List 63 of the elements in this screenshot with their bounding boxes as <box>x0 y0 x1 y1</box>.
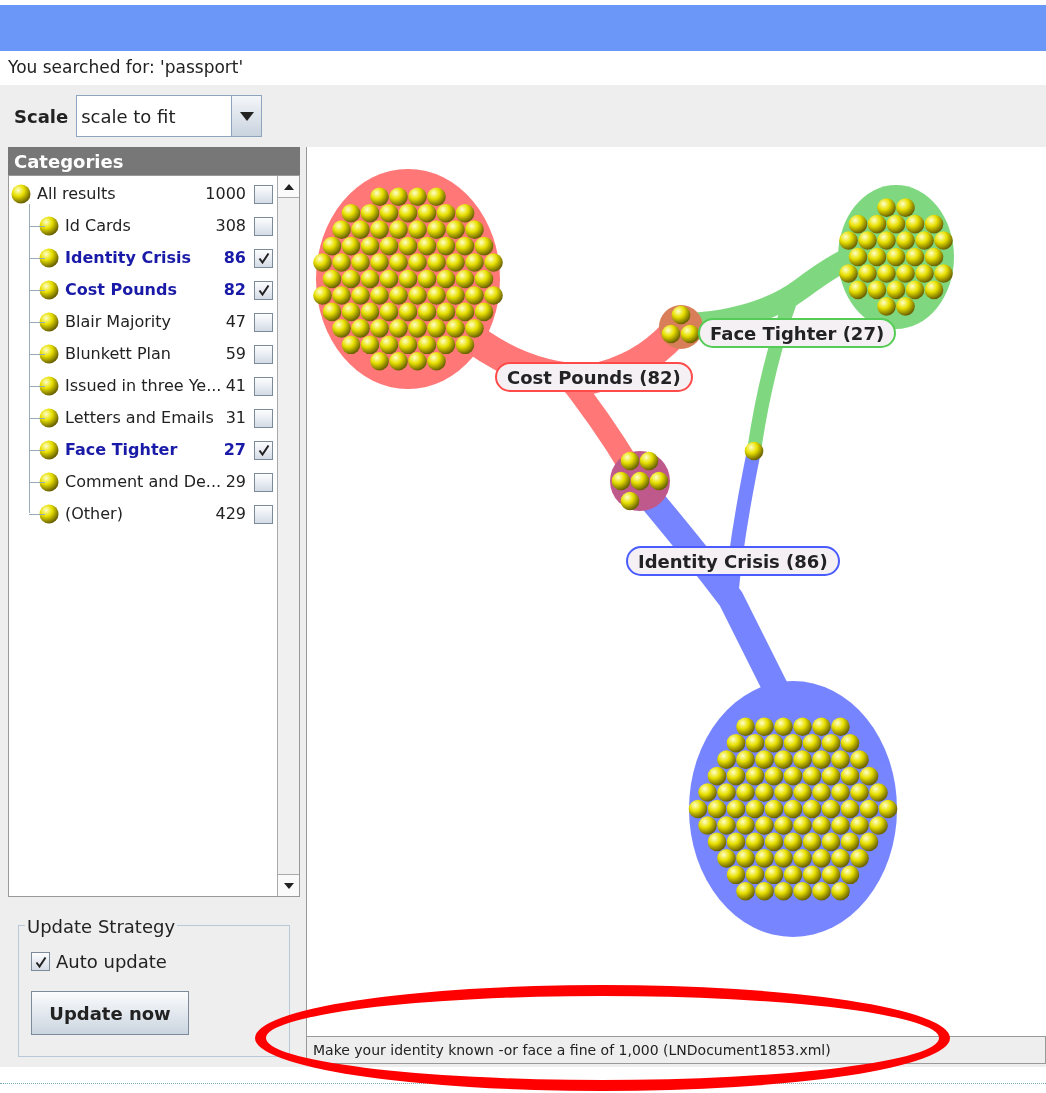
checkbox[interactable] <box>254 312 273 332</box>
check-icon <box>257 252 270 264</box>
checkbox[interactable] <box>254 184 273 204</box>
category-name[interactable]: Comment and De... <box>65 470 226 494</box>
category-count: 308 <box>215 215 246 237</box>
status-bar: Make your identity known -or face a fine of 1,000 (LNDocument1853.xml) <box>306 1036 1046 1064</box>
scroll-down-icon[interactable] <box>283 882 294 889</box>
ball-icon <box>39 216 59 236</box>
ball-icon <box>39 344 59 364</box>
checkbox[interactable] <box>254 440 273 460</box>
ball-icon <box>39 472 59 492</box>
ball-icon <box>11 184 31 204</box>
category-count: 47 <box>225 311 246 333</box>
category-count: 86 <box>223 247 246 269</box>
check-icon <box>257 444 270 456</box>
category-count: 27 <box>223 439 246 461</box>
search-info: You searched for: 'passport' <box>8 56 244 80</box>
update-now-button[interactable]: Update now <box>31 991 189 1035</box>
category-name[interactable]: Cost Pounds <box>65 278 224 302</box>
categories-header: Categories <box>8 147 300 175</box>
checkbox[interactable] <box>254 472 273 492</box>
scroll-up-icon[interactable] <box>283 183 294 190</box>
category-name[interactable]: Identity Crisis <box>65 246 224 270</box>
category-name[interactable]: All results <box>37 182 206 206</box>
ball-icon <box>39 504 59 524</box>
category-count: 31 <box>225 407 246 429</box>
category-count: 29 <box>225 471 246 493</box>
check-icon <box>34 955 47 968</box>
checkbox[interactable] <box>254 376 273 396</box>
checkbox[interactable] <box>31 952 50 971</box>
dropdown-arrow-icon <box>239 111 254 121</box>
checkbox[interactable] <box>254 216 273 236</box>
category-name[interactable]: Blunkett Plan <box>65 342 226 366</box>
category-name[interactable]: Issued in three Ye... <box>65 374 226 398</box>
cluster-label[interactable]: Cost Pounds (82) <box>495 362 693 392</box>
category-count: 82 <box>223 279 246 301</box>
checkbox[interactable] <box>254 280 273 300</box>
ball-icon <box>39 408 59 428</box>
ball-icon <box>39 248 59 268</box>
category-name[interactable]: (Other) <box>65 502 216 526</box>
ball-icon <box>39 376 59 396</box>
category-name[interactable]: Letters and Emails <box>65 406 226 430</box>
category-count: 59 <box>225 343 246 365</box>
checkbox-label[interactable]: Auto update <box>56 948 167 975</box>
scrollbar[interactable] <box>277 176 299 896</box>
scale-dropdown[interactable]: scale to fit <box>76 95 263 137</box>
checkbox[interactable] <box>254 408 273 428</box>
checkbox[interactable] <box>254 504 273 524</box>
category-count: 41 <box>225 375 246 397</box>
category-count: 1000 <box>205 183 246 205</box>
cluster-label[interactable]: Identity Crisis (86) <box>626 546 840 576</box>
checkbox[interactable] <box>254 248 273 268</box>
ball-icon <box>39 440 59 460</box>
checkbox[interactable] <box>254 344 273 364</box>
ball-icon <box>39 280 59 300</box>
category-name[interactable]: Id Cards <box>65 214 216 238</box>
cluster-label[interactable]: Face Tighter (27) <box>698 318 897 348</box>
category-count: 429 <box>215 503 246 525</box>
ball-icon <box>39 312 59 332</box>
category-name[interactable]: Face Tighter <box>65 438 224 462</box>
category-name[interactable]: Blair Majority <box>65 310 226 334</box>
scale-label: Scale <box>14 104 69 129</box>
check-icon <box>257 284 270 296</box>
